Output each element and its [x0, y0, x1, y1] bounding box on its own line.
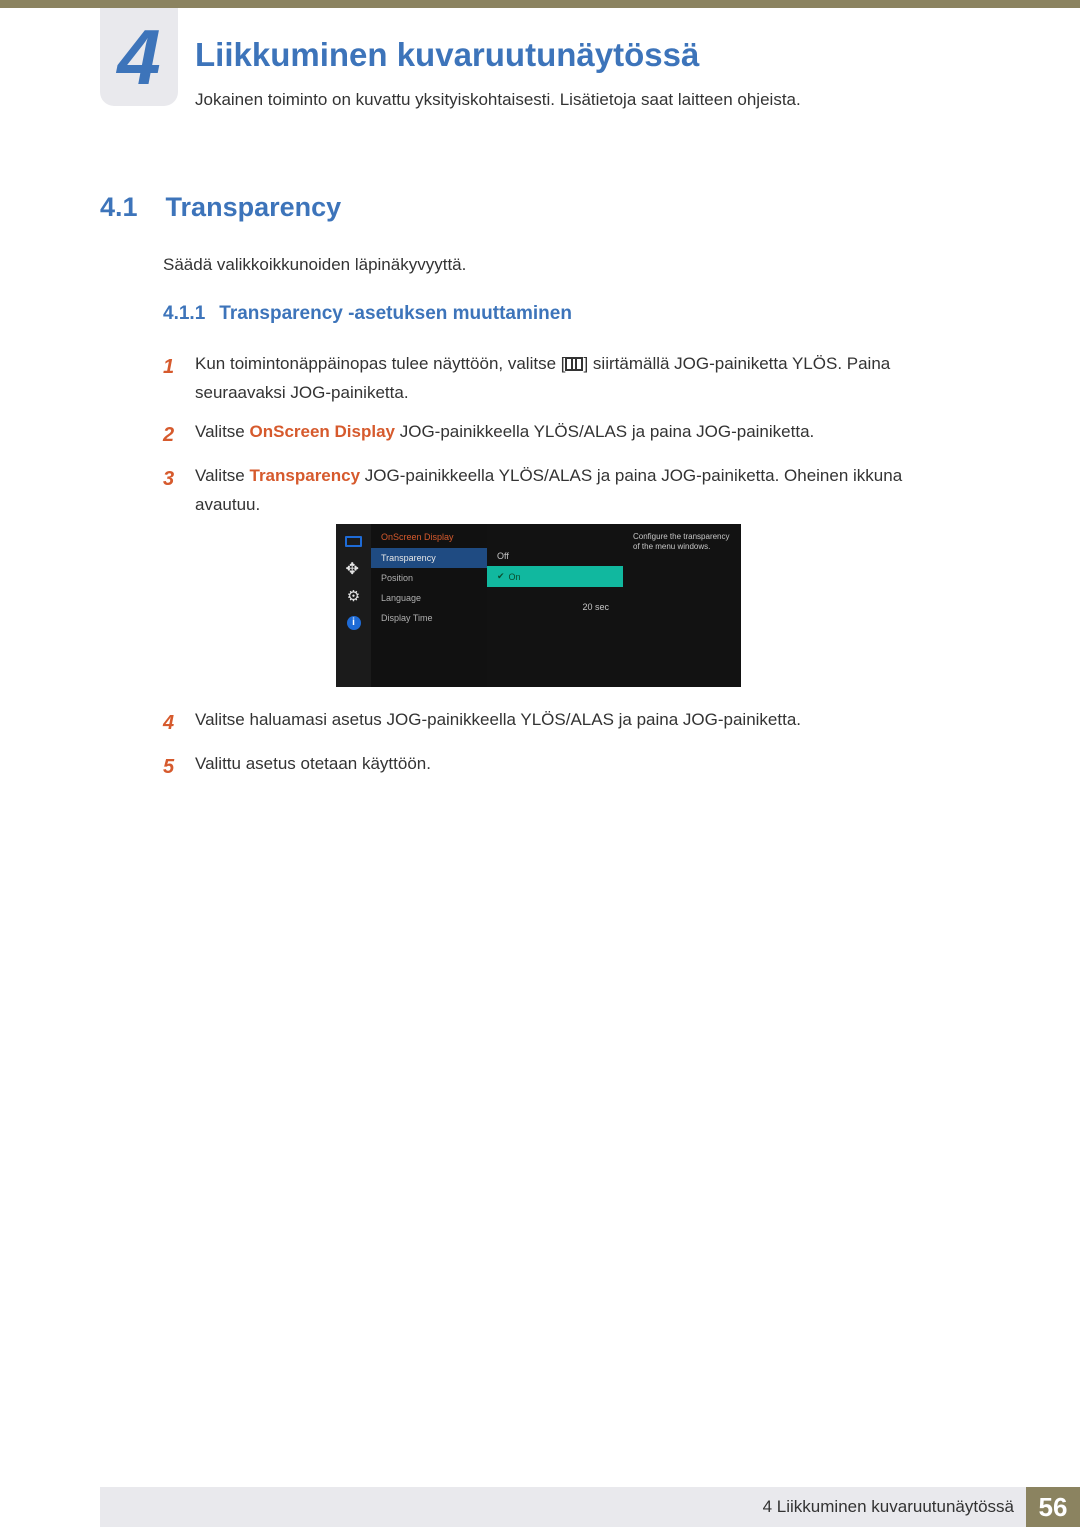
- step-number: 1: [163, 350, 181, 384]
- highlight: OnScreen Display: [250, 422, 396, 441]
- step-4: 4 Valitse haluamasi asetus JOG-painikkee…: [163, 706, 963, 740]
- section-title: Transparency: [166, 192, 342, 223]
- steps-list-top: 1 Kun toimintonäppäinopas tulee näyttöön…: [163, 350, 963, 530]
- footer: 4 Liikkuminen kuvaruutunäytössä 56: [100, 1487, 1080, 1527]
- move-icon: [344, 561, 364, 576]
- chapter-subtitle: Jokainen toiminto on kuvattu yksityiskoh…: [195, 90, 801, 110]
- subsection-number: 4.1.1: [163, 303, 205, 324]
- osd-values: Off On 20 sec: [487, 524, 623, 687]
- chapter-title: Liikkuminen kuvaruutunäytössä: [195, 36, 699, 74]
- osd-screenshot: i OnScreen Display Transparency Position…: [336, 524, 741, 687]
- section-heading: 4.1 Transparency: [100, 192, 341, 223]
- text: Valitse: [195, 466, 250, 485]
- osd-menu: OnScreen Display Transparency Position L…: [371, 524, 487, 687]
- step-text: Valitse OnScreen Display JOG-painikkeell…: [195, 418, 963, 447]
- top-stripe: [0, 0, 1080, 8]
- osd-sidebar: i: [336, 524, 371, 687]
- step-text: Valitse Transparency JOG-painikkeella YL…: [195, 462, 963, 520]
- menu-icon: [565, 357, 583, 371]
- step-1: 1 Kun toimintonäppäinopas tulee näyttöön…: [163, 350, 963, 408]
- step-5: 5 Valittu asetus otetaan käyttöön.: [163, 750, 963, 784]
- step-number: 4: [163, 706, 181, 740]
- subsection-title: Transparency -asetuksen muuttaminen: [219, 303, 572, 324]
- page-number: 56: [1026, 1487, 1080, 1527]
- osd-display-time-value: 20 sec: [487, 597, 623, 617]
- text: Valitse: [195, 422, 250, 441]
- osd-menu-position: Position: [371, 568, 487, 588]
- footer-text: 4 Liikkuminen kuvaruutunäytössä: [763, 1497, 1014, 1517]
- steps-list-bottom: 4 Valitse haluamasi asetus JOG-painikkee…: [163, 706, 963, 794]
- step-text: Kun toimintonäppäinopas tulee näyttöön, …: [195, 350, 963, 408]
- osd-main: OnScreen Display Transparency Position L…: [371, 524, 741, 687]
- osd-menu-header: OnScreen Display: [371, 528, 487, 548]
- monitor-icon: [344, 534, 364, 549]
- osd-spacer: [487, 587, 623, 597]
- step-text: Valittu asetus otetaan käyttöön.: [195, 750, 963, 779]
- chapter-number: 4: [117, 18, 160, 96]
- chapter-badge: 4: [100, 8, 178, 106]
- osd-menu-transparency: Transparency: [371, 548, 487, 568]
- gear-icon: [344, 588, 364, 603]
- text: JOG-painikkeella YLÖS/ALAS ja paina JOG-…: [395, 422, 814, 441]
- info-icon: i: [344, 615, 364, 630]
- step-number: 3: [163, 462, 181, 496]
- text: Kun toimintonäppäinopas tulee näyttöön, …: [195, 354, 565, 373]
- step-number: 2: [163, 418, 181, 452]
- step-2: 2 Valitse OnScreen Display JOG-painikkee…: [163, 418, 963, 452]
- section-number: 4.1: [100, 192, 138, 223]
- osd-help-text: Configure the transparency of the menu w…: [623, 524, 741, 687]
- section-intro: Säädä valikkoikkunoiden läpinäkyvyyttä.: [163, 255, 466, 275]
- step-text: Valitse haluamasi asetus JOG-painikkeell…: [195, 706, 963, 735]
- osd-option-on: On: [487, 566, 623, 587]
- osd-menu-display-time: Display Time: [371, 608, 487, 628]
- step-number: 5: [163, 750, 181, 784]
- step-3: 3 Valitse Transparency JOG-painikkeella …: [163, 462, 963, 520]
- subsection-heading: 4.1.1 Transparency -asetuksen muuttaminen: [163, 303, 572, 325]
- highlight: Transparency: [250, 466, 361, 485]
- osd-menu-language: Language: [371, 588, 487, 608]
- osd-option-off: Off: [487, 546, 623, 566]
